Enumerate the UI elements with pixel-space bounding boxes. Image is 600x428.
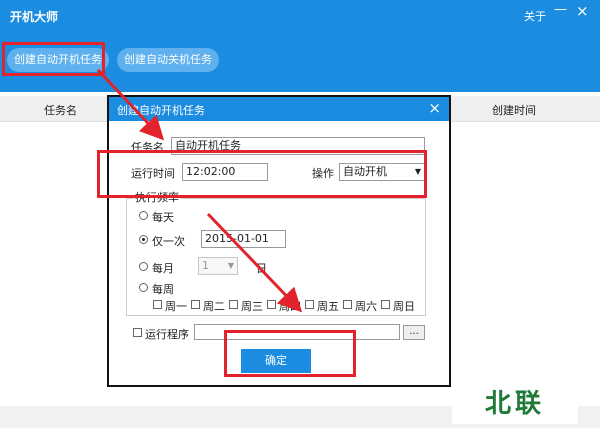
arrow-to-task-name	[96, 68, 165, 141]
annotation-arrows	[96, 68, 303, 313]
arrow-to-confirm	[206, 212, 303, 313]
watermark-logo: 北联	[452, 384, 578, 424]
